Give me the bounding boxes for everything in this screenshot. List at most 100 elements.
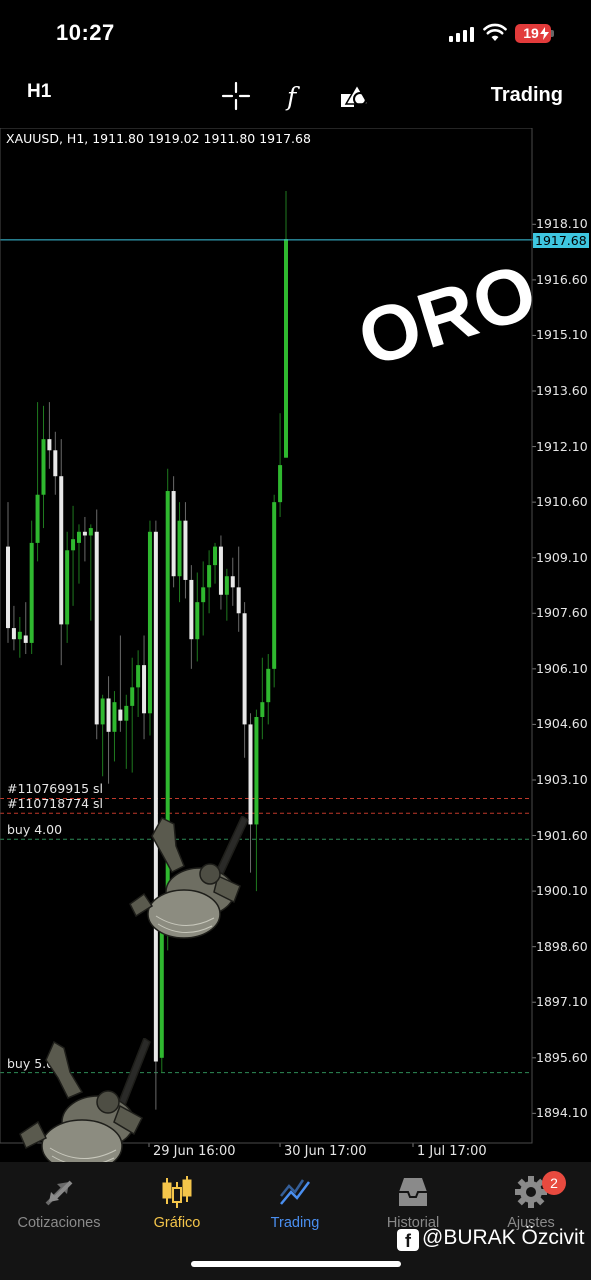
chart-toolbar: H1 f Trading [0, 66, 591, 128]
candle-bullish [136, 665, 141, 688]
order-label[interactable]: #110769915 sl [7, 781, 103, 796]
price-axis-label: 1906.10 [536, 660, 588, 676]
candle-bearish [94, 531, 99, 725]
battery-cap [551, 30, 554, 37]
candle-bullish [112, 702, 117, 732]
candle-bullish [207, 565, 212, 588]
candle-bullish [41, 439, 46, 495]
candle-bearish [106, 698, 111, 732]
quotes-icon [45, 1180, 73, 1206]
candle-bearish [118, 709, 123, 721]
candle-bearish [242, 613, 247, 725]
candle-bullish [201, 587, 206, 603]
settings-badge: 2 [542, 1171, 566, 1195]
price-axis-label: 1913.60 [536, 383, 588, 398]
price-axis-label: 1912.10 [536, 438, 588, 454]
soldier-sticker-image [19, 1038, 151, 1173]
trading-button[interactable]: Trading [491, 84, 563, 107]
candle-bullish [17, 631, 22, 640]
candle-bearish [189, 579, 194, 640]
time-axis-label: 30 Jun 17:00 [284, 1144, 367, 1159]
nav-label: Gráfico [153, 1215, 201, 1231]
candle-bearish [183, 520, 188, 580]
candle-bearish [142, 665, 147, 714]
candle-bearish [236, 587, 241, 614]
candle-bearish [11, 628, 16, 640]
candle-bearish [47, 439, 52, 451]
candle-bullish [213, 546, 218, 566]
candle-bullish [224, 576, 229, 595]
charging-bolt-icon [540, 27, 549, 40]
price-axis-label: 1898.60 [536, 938, 588, 954]
order-label[interactable]: #110718774 sl [7, 796, 103, 811]
candle-bearish [82, 531, 87, 536]
candle-bearish [248, 724, 253, 825]
price-axis-label: 1895.60 [536, 1049, 588, 1065]
chart-candles-icon [162, 1176, 192, 1208]
candle-bullish [35, 494, 40, 543]
candle-bearish [59, 476, 64, 625]
candle-bullish [278, 465, 283, 503]
candle-bullish [266, 668, 271, 703]
price-axis-label: 1916.60 [536, 271, 588, 287]
candle-bullish [195, 602, 200, 640]
price-axis-label: 1918.10 [536, 216, 588, 232]
price-axis-label: 1907.60 [536, 605, 588, 621]
price-axis-label: 1894.10 [536, 1105, 588, 1121]
candle-bullish [177, 520, 182, 577]
candle-bearish [218, 546, 223, 595]
nav-label: Trading [270, 1215, 320, 1231]
candle-bullish [76, 531, 81, 543]
candle-bearish [23, 635, 28, 643]
price-axis-label: 1901.60 [536, 827, 588, 843]
candle-bullish [65, 550, 70, 625]
trading-icon [280, 1179, 310, 1205]
crosshair-icon[interactable] [220, 80, 252, 112]
battery-icon: 19 [515, 24, 551, 43]
candle-bullish [260, 702, 265, 717]
candle-bearish [171, 491, 176, 577]
nav-trading[interactable]: Trading [236, 1174, 354, 1244]
candle-bullish [284, 239, 288, 458]
candle-bullish [71, 539, 76, 551]
nav-label: Cotizaciones [17, 1215, 101, 1231]
candle-bullish [147, 531, 152, 714]
candle-bullish [88, 528, 93, 536]
candle-bullish [254, 716, 259, 825]
chart-header: XAUUSD, H1, 1911.80 1919.02 1911.80 1917… [6, 131, 311, 146]
price-axis-label: 1910.60 [536, 494, 588, 510]
price-chart[interactable]: XAUUSD, H1, 1911.80 1919.02 1911.80 1917… [0, 128, 591, 1173]
timeframe-button[interactable]: H1 [27, 81, 51, 103]
price-axis-label: 1903.10 [536, 771, 588, 787]
status-bar: 10:27 19 [0, 0, 591, 66]
nav-grafico[interactable]: Gráfico [118, 1174, 236, 1244]
candle-bearish [6, 546, 10, 629]
wifi-icon [483, 23, 507, 41]
order-label[interactable]: buy 4.00 [7, 822, 62, 837]
candle-bullish [124, 705, 129, 721]
status-time: 10:27 [56, 20, 115, 45]
candle-bullish [100, 698, 105, 725]
watermark-text: @BURAK Özcivit [422, 1226, 585, 1249]
facebook-icon: f [397, 1229, 419, 1251]
price-axis-label: 1897.10 [536, 994, 588, 1010]
function-icon[interactable]: f [279, 80, 311, 112]
candle-bullish [159, 931, 164, 1058]
candle-bullish [29, 542, 34, 643]
svg-text:f: f [285, 82, 300, 111]
objects-icon[interactable] [338, 80, 370, 112]
history-icon [399, 1178, 427, 1206]
candle-bearish [153, 531, 158, 1062]
candle-bearish [230, 576, 235, 588]
candle-bearish [53, 450, 58, 477]
price-axis-label: 1904.60 [536, 716, 588, 732]
time-axis-label: 1 Jul 17:00 [417, 1144, 487, 1159]
candle-bullish [272, 502, 277, 669]
nav-cotizaciones[interactable]: Cotizaciones [0, 1174, 118, 1244]
time-axis-label: 29 Jun 16:00 [153, 1144, 236, 1159]
home-indicator[interactable] [191, 1261, 401, 1267]
current-price-label: 1917.68 [533, 232, 589, 248]
candle-bullish [130, 687, 135, 706]
price-axis-label: 1900.10 [536, 883, 588, 899]
soldier-sticker-image [129, 816, 249, 939]
